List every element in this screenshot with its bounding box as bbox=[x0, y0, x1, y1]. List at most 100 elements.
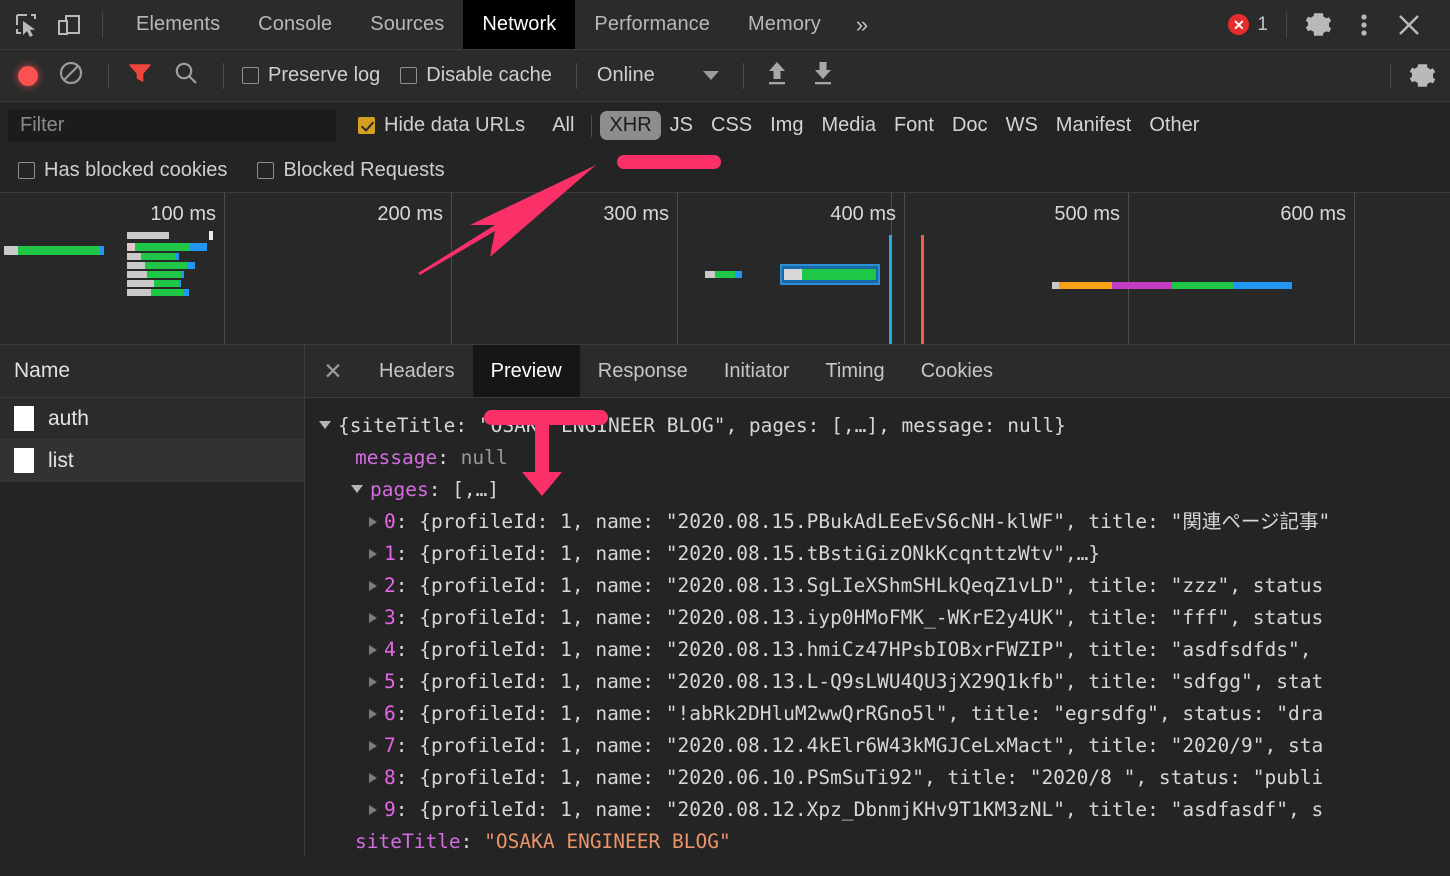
detail-tab-preview[interactable]: Preview bbox=[472, 345, 580, 397]
disable-cache-label: Disable cache bbox=[426, 64, 552, 86]
json-pages-line[interactable]: pages: [,…] bbox=[319, 474, 1450, 506]
toolbar-divider bbox=[575, 62, 577, 89]
filter-type-img[interactable]: Img bbox=[761, 111, 812, 140]
overview-tick-200ms: 200 ms bbox=[377, 203, 443, 225]
detail-tab-cookies[interactable]: Cookies bbox=[903, 345, 1011, 397]
filter-type-manifest[interactable]: Manifest bbox=[1047, 111, 1141, 140]
array-index: 8 bbox=[384, 766, 396, 789]
disclosure-triangle-icon[interactable] bbox=[369, 773, 377, 783]
json-message-line[interactable]: message: null bbox=[319, 442, 1450, 474]
json-array-item[interactable]: 1: {profileId: 1, name: "2020.08.15.tBst… bbox=[319, 538, 1450, 570]
filter-type-css[interactable]: CSS bbox=[702, 111, 761, 140]
tab-overflow-more[interactable]: » bbox=[840, 0, 884, 49]
filter-type-xhr[interactable]: XHR bbox=[600, 111, 661, 140]
toolbar-divider bbox=[102, 11, 103, 38]
hide-data-urls-checkbox[interactable]: Hide data URLs bbox=[358, 114, 525, 137]
json-array-item[interactable]: 9: {profileId: 1, name: "2020.08.12.Xpz_… bbox=[319, 794, 1450, 826]
filter-toggle-button[interactable] bbox=[127, 60, 153, 91]
disclosure-triangle-icon[interactable] bbox=[369, 645, 377, 655]
disclosure-triangle-icon[interactable] bbox=[369, 709, 377, 719]
table-row[interactable]: list bbox=[0, 440, 304, 482]
root-sep: : bbox=[455, 414, 479, 437]
message-key: message bbox=[355, 446, 438, 469]
tab-console[interactable]: Console bbox=[239, 0, 351, 49]
filter-type-label: Doc bbox=[951, 114, 988, 136]
filter-type-doc[interactable]: Doc bbox=[943, 111, 997, 140]
disclosure-triangle-icon[interactable] bbox=[369, 805, 377, 815]
detail-tab-label: Timing bbox=[825, 359, 885, 382]
waterfall-bar bbox=[1052, 282, 1292, 289]
detail-tab-timing[interactable]: Timing bbox=[807, 345, 902, 397]
upload-arrow-icon bbox=[764, 59, 790, 92]
json-array-item[interactable]: 0: {profileId: 1, name: "2020.08.15.PBuk… bbox=[319, 506, 1450, 538]
root-value: "OSAKA ENGINEER BLOG" bbox=[478, 414, 726, 437]
network-overview-timeline[interactable]: 100 ms 200 ms 300 ms 400 ms 500 ms 600 m… bbox=[0, 193, 1450, 345]
detail-tab-label: Preview bbox=[490, 359, 562, 382]
error-count-badge[interactable]: ✕ 1 bbox=[1214, 14, 1282, 36]
export-har-button[interactable] bbox=[810, 59, 836, 92]
waterfall-bar-selected[interactable] bbox=[780, 264, 880, 285]
disclosure-triangle-icon[interactable] bbox=[369, 613, 377, 623]
preserve-log-checkbox[interactable]: Preserve log bbox=[242, 64, 380, 87]
tab-elements[interactable]: Elements bbox=[117, 0, 239, 49]
disclosure-triangle-icon[interactable] bbox=[369, 581, 377, 591]
tab-label: Console bbox=[258, 13, 333, 35]
disclosure-triangle-icon[interactable] bbox=[369, 677, 377, 687]
filter-type-font[interactable]: Font bbox=[885, 111, 943, 140]
gear-icon[interactable] bbox=[1291, 11, 1346, 38]
close-icon[interactable] bbox=[1382, 12, 1436, 38]
filter-row: Hide data URLs All XHR JS CSS Img Media … bbox=[0, 102, 1450, 149]
device-toolbar-icon[interactable] bbox=[56, 12, 82, 38]
filter-type-media[interactable]: Media bbox=[812, 111, 884, 140]
json-array-item[interactable]: 8: {profileId: 1, name: "2020.06.10.PSmS… bbox=[319, 762, 1450, 794]
disclosure-triangle-icon[interactable] bbox=[369, 549, 377, 559]
request-list-header[interactable]: Name bbox=[0, 345, 304, 398]
disable-cache-checkbox[interactable]: Disable cache bbox=[400, 64, 552, 87]
xhr-file-icon bbox=[14, 406, 34, 431]
json-array-item[interactable]: 4: {profileId: 1, name: "2020.08.13.hmiC… bbox=[319, 634, 1450, 666]
json-array-item[interactable]: 7: {profileId: 1, name: "2020.08.12.4kEl… bbox=[319, 730, 1450, 762]
detail-tab-initiator[interactable]: Initiator bbox=[706, 345, 808, 397]
throttling-select[interactable]: Online bbox=[597, 64, 719, 87]
tab-memory[interactable]: Memory bbox=[729, 0, 840, 49]
array-item-text: : {profileId: 1, name: "2020.08.13.SgLIe… bbox=[395, 574, 1324, 597]
kebab-menu-icon[interactable] bbox=[1346, 11, 1382, 39]
tab-performance[interactable]: Performance bbox=[575, 0, 729, 49]
filter-type-ws[interactable]: WS bbox=[997, 111, 1047, 140]
search-button[interactable] bbox=[173, 60, 199, 91]
import-har-button[interactable] bbox=[764, 59, 790, 92]
disclosure-triangle-icon[interactable] bbox=[351, 485, 363, 493]
overview-tick-100ms: 100 ms bbox=[150, 203, 216, 225]
filter-type-other[interactable]: Other bbox=[1140, 111, 1208, 140]
tab-network[interactable]: Network bbox=[463, 0, 576, 49]
blocked-requests-checkbox[interactable]: Blocked Requests bbox=[257, 159, 445, 182]
filter-input[interactable] bbox=[8, 109, 336, 142]
json-array-item[interactable]: 2: {profileId: 1, name: "2020.08.13.SgLI… bbox=[319, 570, 1450, 602]
json-preview-viewer[interactable]: {siteTitle: "OSAKA ENGINEER BLOG", pages… bbox=[305, 398, 1450, 856]
toolbar-divider bbox=[1390, 62, 1391, 89]
detail-tab-response[interactable]: Response bbox=[580, 345, 706, 397]
json-array-item[interactable]: 6: {profileId: 1, name: "!abRk2DHluM2wwQ… bbox=[319, 698, 1450, 730]
disclosure-triangle-icon[interactable] bbox=[369, 741, 377, 751]
clear-button[interactable] bbox=[58, 60, 84, 91]
filter-type-all[interactable]: All bbox=[543, 111, 583, 140]
json-sitetitle-line[interactable]: siteTitle: "OSAKA ENGINEER BLOG" bbox=[319, 826, 1450, 856]
json-array-item[interactable]: 5: {profileId: 1, name: "2020.08.13.L-Q9… bbox=[319, 666, 1450, 698]
waterfall-bar bbox=[705, 271, 742, 278]
filter-type-js[interactable]: JS bbox=[661, 111, 702, 140]
network-settings-gear-icon[interactable] bbox=[1395, 62, 1450, 89]
close-detail-icon[interactable]: ✕ bbox=[305, 345, 361, 397]
disclosure-triangle-icon[interactable] bbox=[319, 421, 331, 429]
json-array-item[interactable]: 3: {profileId: 1, name: "2020.08.13.iyp0… bbox=[319, 602, 1450, 634]
checkbox-box bbox=[18, 162, 35, 179]
disclosure-triangle-icon[interactable] bbox=[369, 517, 377, 527]
detail-tab-headers[interactable]: Headers bbox=[361, 345, 473, 397]
table-row[interactable]: auth bbox=[0, 398, 304, 440]
json-root-line[interactable]: {siteTitle: "OSAKA ENGINEER BLOG", pages… bbox=[319, 410, 1450, 442]
record-stop-button[interactable] bbox=[18, 65, 38, 86]
tab-sources[interactable]: Sources bbox=[351, 0, 463, 49]
inspect-element-icon[interactable] bbox=[14, 12, 40, 38]
message-value: null bbox=[460, 446, 508, 469]
waterfall-bar bbox=[127, 232, 169, 239]
has-blocked-cookies-checkbox[interactable]: Has blocked cookies bbox=[18, 159, 227, 182]
